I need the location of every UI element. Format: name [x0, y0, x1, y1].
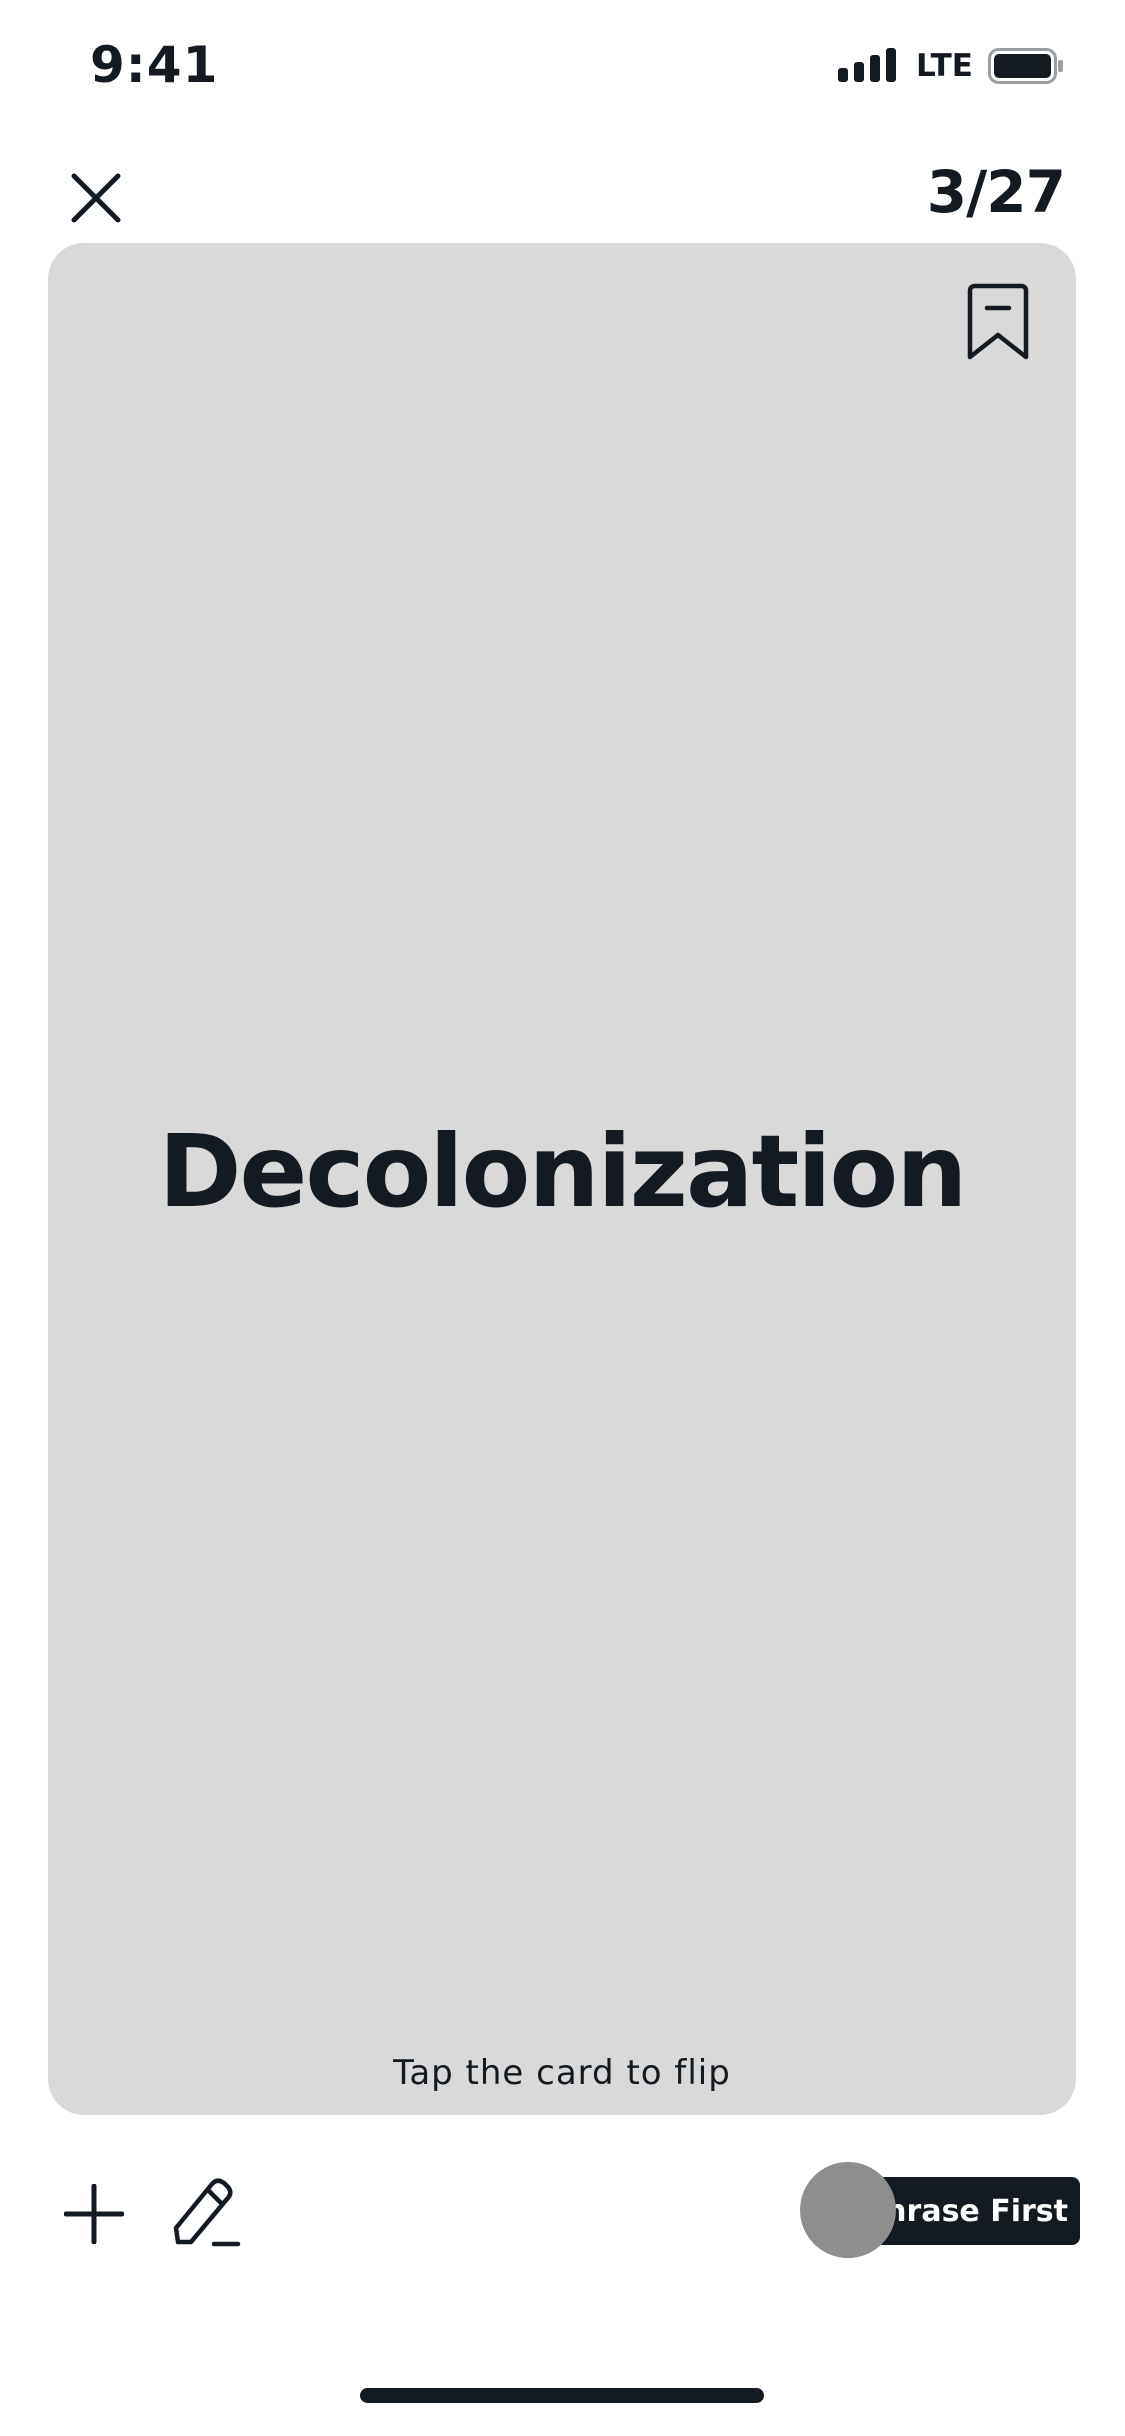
toggle-track: Phrase First: [863, 2177, 1080, 2245]
close-button[interactable]: [58, 160, 134, 236]
phrase-first-toggle[interactable]: Phrase First: [800, 2160, 1080, 2260]
flashcard[interactable]: Decolonization Tap the card to flip: [48, 243, 1076, 2115]
toggle-knob[interactable]: [800, 2162, 896, 2258]
edit-card-button[interactable]: [166, 2172, 246, 2252]
pencil-icon: [173, 2178, 241, 2247]
home-indicator: [360, 2388, 764, 2403]
battery-icon: [988, 48, 1063, 84]
plus-icon: [64, 2184, 124, 2244]
flip-hint: Tap the card to flip: [393, 2053, 731, 2093]
card-progress: 3/27: [926, 158, 1066, 226]
bookmark-button[interactable]: [962, 279, 1034, 365]
status-time: 9:41: [90, 36, 219, 94]
close-icon: [71, 173, 121, 223]
bookmark-icon: [967, 283, 1029, 360]
signal-icon: [838, 48, 896, 82]
add-card-button[interactable]: [58, 2178, 130, 2250]
card-term: Decolonization: [158, 1113, 968, 1230]
network-type: LTE: [916, 48, 973, 84]
status-bar: 9:41 LTE: [0, 0, 1125, 132]
